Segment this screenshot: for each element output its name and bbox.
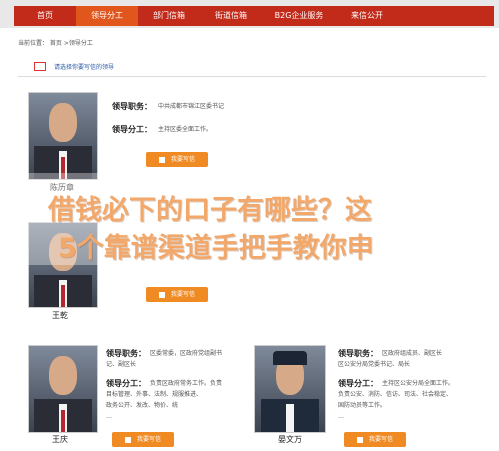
pencil-icon	[158, 156, 165, 163]
write-letter-button[interactable]: 我要写信	[146, 152, 208, 167]
leader-name: 王庆	[52, 435, 68, 444]
overlay-headline: 5个靠谱渠道手把手教你申	[58, 233, 374, 264]
nav-leader-division[interactable]: 领导分工	[76, 6, 138, 26]
nav-b2g-service[interactable]: B2G企业服务	[262, 6, 336, 26]
nav-department-mailbox[interactable]: 部门信箱	[138, 6, 200, 26]
position-label: 领导职务：	[338, 349, 378, 358]
position-label: 领导职务：	[112, 102, 152, 111]
write-letter-button[interactable]: 我要写信	[112, 432, 174, 447]
notice-text: 请选择你要写信的领导	[54, 64, 115, 71]
division-value: 负责区政府常务工作。负责	[150, 380, 223, 387]
position-value: 中共成都市锦江区委书记	[158, 103, 225, 110]
main-nav: 首页 领导分工 部门信箱 街道信箱 B2G企业服务 来信公开	[14, 6, 494, 26]
division-value: 政务公开、发改、物价、统	[106, 402, 179, 409]
nav-home[interactable]: 首页	[14, 6, 76, 26]
division-value: 主持区公安分局全面工作。	[382, 380, 455, 387]
leader-name: 王乾	[52, 311, 68, 320]
leader-name: 晏文万	[278, 435, 302, 444]
breadcrumb: 当前位置： 首页 >领导分工	[18, 40, 93, 47]
position-label: 领导职务：	[106, 349, 146, 358]
leader-photo	[254, 345, 326, 433]
overlay-headline: 借钱必下的口子有哪些？这	[48, 195, 372, 226]
division-value: 目标管理、外事、法制、规服推进、	[106, 391, 203, 398]
division-label: 领导分工：	[338, 379, 378, 388]
division-value: 主持区委全面工作。	[158, 126, 213, 133]
write-letter-button[interactable]: 我要写信	[344, 432, 406, 447]
position-value: 区公安分局党委书记、局长	[338, 361, 411, 368]
leader-photo	[28, 345, 98, 433]
divider	[18, 76, 486, 77]
position-value: 区政府组成员、副区长	[382, 350, 443, 357]
division-label: 领导分工：	[112, 125, 152, 134]
division-label: 领导分工：	[106, 379, 146, 388]
notice: 请选择你要写信的领导	[34, 62, 114, 71]
pencil-icon	[356, 436, 363, 443]
pencil-icon	[158, 291, 165, 298]
leader-photo	[28, 92, 98, 180]
position-value: 区委常委，区政府党组副书	[150, 350, 223, 357]
pencil-icon	[124, 436, 131, 443]
mail-icon	[34, 62, 46, 71]
division-value: …	[106, 413, 112, 420]
nav-public-letters[interactable]: 来信公开	[336, 6, 398, 26]
division-value: 国防动员等工作。	[338, 402, 387, 409]
position-value: 记、副区长	[106, 361, 137, 368]
division-value: …	[338, 413, 344, 420]
nav-street-mailbox[interactable]: 街道信箱	[200, 6, 262, 26]
write-letter-button[interactable]: 我要写信	[146, 287, 208, 302]
division-value: 负责公安、消防、信访、司法、社会稳定、	[338, 391, 453, 398]
